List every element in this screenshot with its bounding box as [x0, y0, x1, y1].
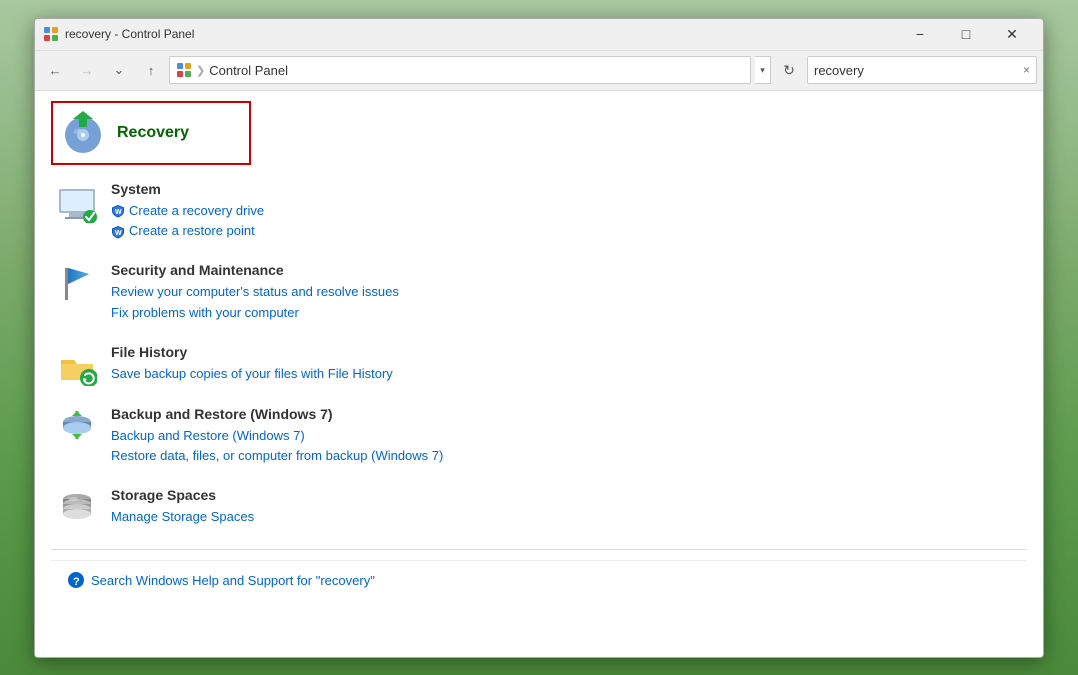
search-clear-button[interactable]: ×: [1023, 63, 1030, 77]
search-input[interactable]: [814, 63, 1019, 78]
svg-text:?: ?: [73, 576, 80, 588]
title-bar-text: recovery - Control Panel: [65, 27, 897, 41]
security-link-1[interactable]: Review your computer's status and resolv…: [111, 282, 399, 303]
address-path-text: Control Panel: [209, 63, 288, 78]
system-link-2[interactable]: W Create a restore point: [111, 221, 264, 242]
recent-button[interactable]: ⌄: [105, 56, 133, 84]
minimize-button[interactable]: −: [897, 18, 943, 50]
system-link-1[interactable]: W Create a recovery drive: [111, 201, 264, 222]
shield-icon-1: W: [111, 204, 125, 218]
backup-restore-link-2[interactable]: Restore data, files, or computer from ba…: [111, 446, 443, 467]
storage-spaces-icon: [57, 489, 97, 529]
system-icon: [57, 183, 97, 223]
up-button[interactable]: ↑: [137, 56, 165, 84]
storage-spaces-link-1[interactable]: Manage Storage Spaces: [111, 507, 254, 528]
help-icon: ?: [67, 571, 85, 589]
system-title: System: [111, 181, 264, 197]
search-box: ×: [807, 56, 1037, 84]
title-bar: recovery - Control Panel − □ ✕: [35, 19, 1043, 51]
security-section: Security and Maintenance Review your com…: [51, 262, 1027, 324]
restore-button[interactable]: □: [943, 18, 989, 50]
address-dropdown[interactable]: ▾: [755, 56, 771, 84]
system-section: System W Create a recovery drive W: [51, 181, 1027, 243]
content-area: Recovery System: [35, 91, 1043, 657]
backup-restore-title: Backup and Restore (Windows 7): [111, 406, 443, 422]
help-footer-text: Search Windows Help and Support for "rec…: [91, 573, 375, 588]
back-button[interactable]: ←: [41, 56, 69, 84]
backup-restore-section: Backup and Restore (Windows 7) Backup an…: [51, 406, 1027, 468]
file-history-section: File History Save backup copies of your …: [51, 344, 1027, 386]
storage-spaces-title: Storage Spaces: [111, 487, 254, 503]
help-footer[interactable]: ? Search Windows Help and Support for "r…: [51, 560, 1027, 599]
file-history-link-1[interactable]: Save backup copies of your files with Fi…: [111, 364, 393, 385]
title-bar-buttons: − □ ✕: [897, 18, 1035, 50]
backup-restore-icon: [57, 408, 97, 448]
recovery-icon: [59, 109, 107, 157]
recovery-title: Recovery: [117, 124, 189, 142]
refresh-button[interactable]: ↻: [775, 56, 803, 84]
svg-text:W: W: [115, 230, 122, 237]
close-button[interactable]: ✕: [989, 18, 1035, 50]
file-history-icon: [57, 346, 97, 386]
backup-restore-content: Backup and Restore (Windows 7) Backup an…: [111, 406, 443, 468]
file-history-title: File History: [111, 344, 393, 360]
backup-restore-link-1[interactable]: Backup and Restore (Windows 7): [111, 426, 443, 447]
security-content: Security and Maintenance Review your com…: [111, 262, 399, 324]
security-title: Security and Maintenance: [111, 262, 399, 278]
address-bar: ← → ⌄ ↑ ❯ Control Panel ▾ ↻ ×: [35, 51, 1043, 91]
file-history-content: File History Save backup copies of your …: [111, 344, 393, 385]
address-path[interactable]: ❯ Control Panel: [169, 56, 751, 84]
address-path-cp-icon: [176, 62, 192, 78]
recovery-item[interactable]: Recovery: [51, 101, 251, 165]
system-content: System W Create a recovery drive W: [111, 181, 264, 243]
security-link-2[interactable]: Fix problems with your computer: [111, 303, 399, 324]
main-window: recovery - Control Panel − □ ✕ ← → ⌄ ↑ ❯…: [34, 18, 1044, 658]
svg-text:W: W: [115, 209, 122, 216]
storage-spaces-section: Storage Spaces Manage Storage Spaces: [51, 487, 1027, 529]
address-separator: ❯: [196, 64, 205, 77]
security-icon: [57, 264, 97, 304]
storage-spaces-content: Storage Spaces Manage Storage Spaces: [111, 487, 254, 528]
title-bar-icon: [43, 26, 59, 42]
shield-icon-2: W: [111, 225, 125, 239]
divider: [51, 549, 1027, 550]
forward-button[interactable]: →: [73, 56, 101, 84]
